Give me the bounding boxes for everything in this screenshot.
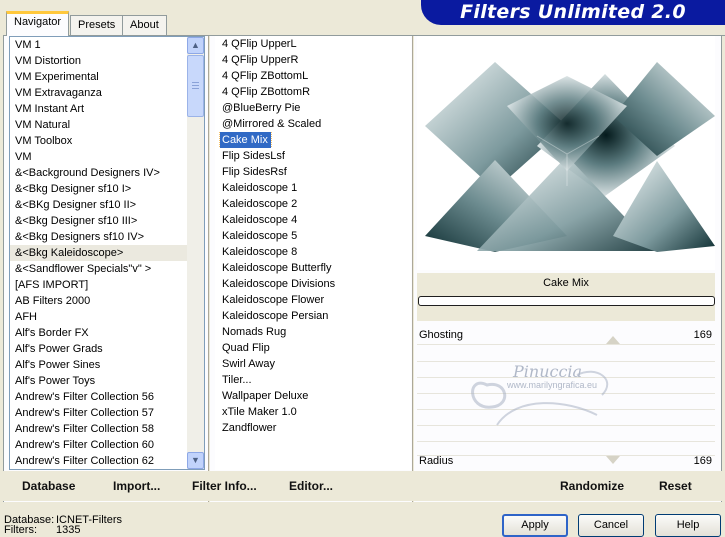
tab-presets[interactable]: Presets [70,15,124,36]
category-item[interactable]: Alf's Power Sines [10,357,188,373]
category-item[interactable]: VM 1 [10,37,188,53]
slider-label-ghosting: Ghosting [419,329,464,341]
filter-item[interactable]: Kaleidoscope Butterfly [215,260,411,276]
category-item[interactable]: Andrew's Filter Collection 62 [10,453,188,469]
filter-item[interactable]: Nomads Rug [215,324,411,340]
category-item[interactable]: AFH [10,309,188,325]
filter-item[interactable]: Flip SidesLsf [215,148,411,164]
category-item[interactable]: Andrew's Filter Collection 57 [10,405,188,421]
category-item[interactable]: VM Distortion [10,53,188,69]
category-item[interactable]: Alf's Power Toys [10,373,188,389]
filter-item[interactable]: Kaleidoscope 1 [215,180,411,196]
category-item[interactable]: Andrew's Filter Collection 60 [10,437,188,453]
ghosting-slider-thumb[interactable] [606,336,620,344]
category-item[interactable]: &<Bkg Designer sf10 III> [10,213,188,229]
filter-item[interactable]: @BlueBerry Pie [215,100,411,116]
reset-button[interactable]: Reset [659,479,692,493]
category-item[interactable]: VM Extravaganza [10,85,188,101]
randomize-button[interactable]: Randomize [560,479,624,493]
slider-panel: Ghosting 169 Radius 169 Pinuccia www.mar… [417,325,715,470]
filter-item[interactable]: Kaleidoscope 2 [215,196,411,212]
filter-item[interactable]: Kaleidoscope 8 [215,244,411,260]
bottom-toolbar: Database Import... Filter Info... Editor… [3,471,722,501]
filter-item[interactable]: 4 QFlip UpperL [215,36,411,52]
help-button[interactable]: Help [655,514,721,537]
filter-info-button[interactable]: Filter Info... [192,479,257,493]
scroll-up-icon[interactable]: ▲ [187,37,204,54]
category-item[interactable]: [AFS IMPORT] [10,277,188,293]
filter-item[interactable]: xTile Maker 1.0 [215,404,411,420]
category-item[interactable]: VM Toolbox [10,133,188,149]
preview-image [425,62,715,252]
filter-item[interactable]: 4 QFlip UpperR [215,52,411,68]
filter-item[interactable]: 4 QFlip ZBottomR [215,84,411,100]
filter-item[interactable]: Kaleidoscope Divisions [215,276,411,292]
category-item[interactable]: Andrew's Filter Collection 56 [10,389,188,405]
category-item[interactable]: AB Filters 2000 [10,293,188,309]
category-item[interactable]: &<Bkg Designers sf10 IV> [10,229,188,245]
tab-navigator[interactable]: Navigator [6,11,70,36]
filter-item[interactable]: Zandflower [215,420,411,436]
filters-count: 1335 [56,524,81,536]
category-item[interactable]: &<Bkg Kaleidoscope> [10,245,188,261]
scroll-down-icon[interactable]: ▼ [187,452,204,469]
slider-value-ghosting: 169 [693,329,712,341]
cancel-button[interactable]: Cancel [578,514,644,537]
tab-about[interactable]: About [122,15,167,36]
filter-item[interactable]: 4 QFlip ZBottomL [215,68,411,84]
filter-item[interactable]: Kaleidoscope Persian [215,308,411,324]
filter-item[interactable]: Quad Flip [215,340,411,356]
filter-item[interactable]: Tiler... [215,372,411,388]
apply-button[interactable]: Apply [502,514,568,537]
filter-item[interactable]: Wallpaper Deluxe [215,388,411,404]
scroll-thumb[interactable] [187,55,204,117]
filter-preview [417,36,715,270]
progress-bar [418,296,715,306]
watermark-url: www.marilyngrafica.eu [507,380,598,390]
filters-label: Filters: [4,524,37,536]
filter-item[interactable]: Kaleidoscope 4 [215,212,411,228]
category-scrollbar[interactable]: ▲ ▼ [187,37,204,469]
slider-value-radius: 169 [693,455,712,467]
filter-item[interactable]: Flip SidesRsf [215,164,411,180]
category-item[interactable]: Andrew's Filter Collection 58 [10,421,188,437]
editor-button[interactable]: Editor... [289,479,333,493]
slider-label-radius: Radius [419,455,454,467]
radius-slider-thumb[interactable] [606,456,620,464]
category-item[interactable]: VM Instant Art [10,101,188,117]
filter-item[interactable]: Kaleidoscope Flower [215,292,411,308]
category-item[interactable]: &<Background Designers IV> [10,165,188,181]
category-item[interactable]: Alf's Border FX [10,325,188,341]
filter-item[interactable]: @Mirrored & Scaled [215,116,411,132]
category-item[interactable]: VM [10,149,188,165]
database-button[interactable]: Database [22,479,75,493]
filter-item[interactable]: Cake Mix [215,132,411,148]
category-item[interactable]: &<BKg Designer sf10 II> [10,197,188,213]
filter-item[interactable]: Swirl Away [215,356,411,372]
selected-filter-label: Cake Mix [219,132,272,148]
category-item[interactable]: &<Bkg Designer sf10 I> [10,181,188,197]
filter-name-area: Cake Mix [417,273,715,321]
category-item[interactable]: VM Natural [10,117,188,133]
watermark-text: Pinuccia [513,362,583,381]
import-button[interactable]: Import... [113,479,160,493]
filter-list[interactable]: 4 QFlip UpperL 4 QFlip UpperR 4 QFlip ZBot… [215,36,411,470]
category-item[interactable]: Alf's Power Grads [10,341,188,357]
database-info: Database: ICNET-Filters Filters: 1335 [4,514,122,536]
preview-filter-name: Cake Mix [543,277,589,289]
app-title-banner: Filters Unlimited 2.0 [421,0,725,25]
filter-item[interactable]: Kaleidoscope 5 [215,228,411,244]
category-list[interactable]: VM 1 VM Distortion VM Experimental VM Extra… [9,36,205,470]
category-item[interactable]: VM Experimental [10,69,188,85]
category-item[interactable]: &<Sandflower Specials"v" > [10,261,188,277]
